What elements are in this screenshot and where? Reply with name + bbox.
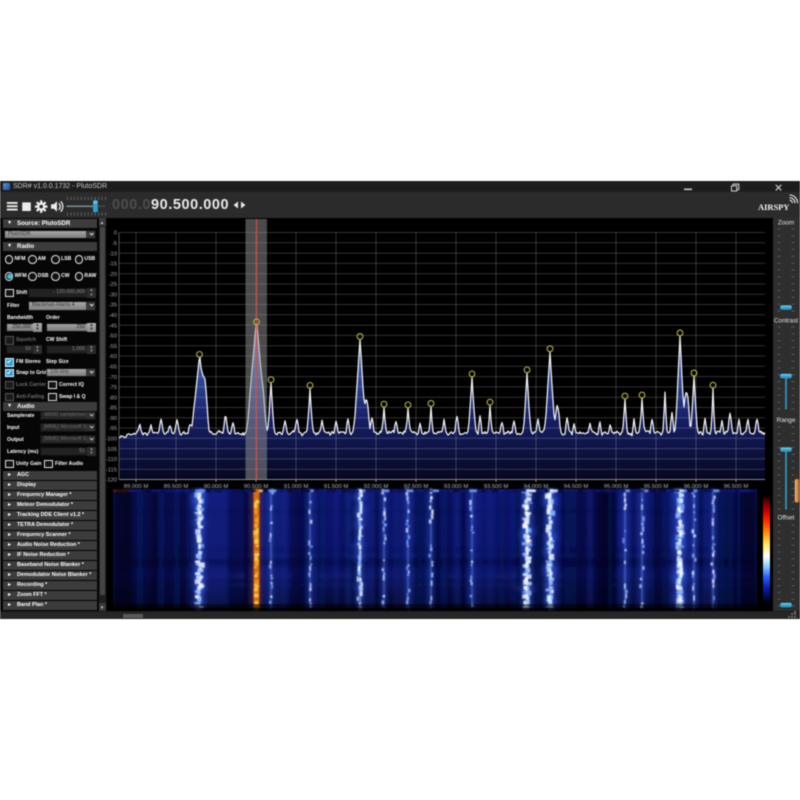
- svg-text:Offset: Offset: [778, 515, 795, 522]
- svg-text:-115: -115: [106, 467, 117, 473]
- svg-text:-95: -95: [109, 426, 117, 432]
- svg-text:-80: -80: [109, 395, 117, 401]
- svg-text:Zoom: Zoom: [778, 220, 794, 227]
- svg-text:-15: -15: [109, 262, 117, 268]
- svg-text:-60: -60: [109, 354, 117, 360]
- svg-text:-45: -45: [109, 323, 117, 329]
- svg-text:-70: -70: [109, 375, 117, 381]
- svg-text:-50: -50: [109, 334, 117, 340]
- svg-text:-40: -40: [109, 313, 117, 319]
- svg-text:-35: -35: [109, 303, 117, 309]
- svg-text:-120: -120: [106, 478, 117, 484]
- svg-text:-55: -55: [109, 344, 117, 350]
- svg-text:-25: -25: [109, 282, 117, 288]
- svg-text:-75: -75: [109, 385, 117, 391]
- svg-text:-20: -20: [109, 272, 117, 278]
- svg-text:-65: -65: [109, 365, 117, 371]
- svg-text:-10: -10: [109, 251, 117, 257]
- svg-text:AIRSPY: AIRSPY: [758, 202, 790, 212]
- svg-text:0: 0: [114, 231, 117, 237]
- svg-text:-5: -5: [112, 241, 117, 247]
- svg-text:-90: -90: [109, 416, 117, 422]
- svg-text:-85: -85: [109, 406, 117, 412]
- svg-text:-30: -30: [109, 292, 117, 298]
- svg-text:-105: -105: [106, 447, 117, 453]
- svg-text:-100: -100: [106, 437, 117, 443]
- svg-text:Range: Range: [777, 417, 796, 424]
- svg-text:Contrast: Contrast: [774, 318, 798, 325]
- svg-text:-110: -110: [106, 457, 117, 463]
